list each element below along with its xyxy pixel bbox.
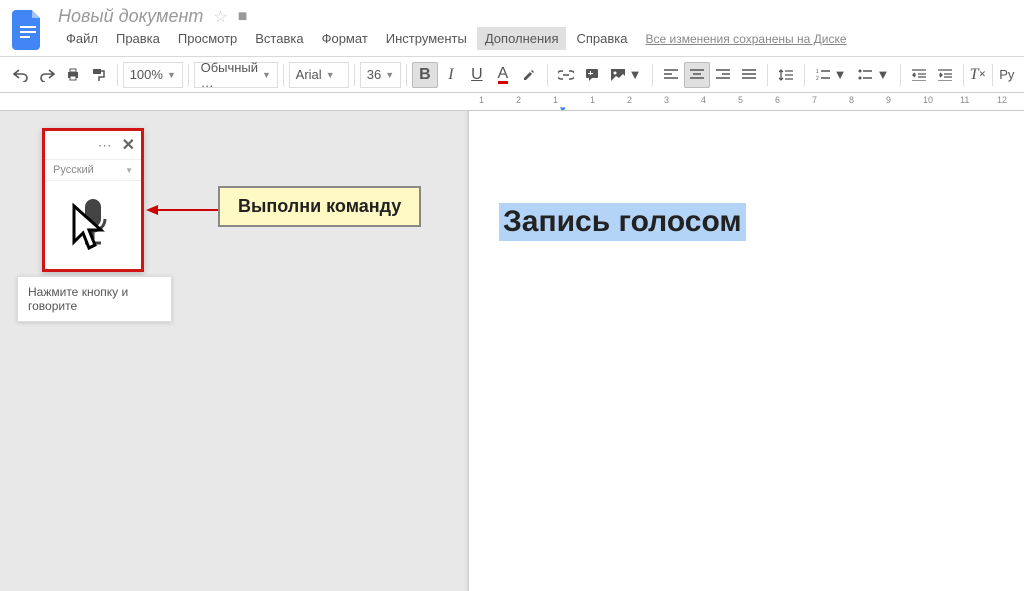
cursor-icon [65,202,113,263]
menu-insert[interactable]: Вставка [247,27,311,50]
numbered-list-button[interactable]: 12▼ [810,62,853,88]
menu-view[interactable]: Просмотр [170,27,245,50]
menu-addons[interactable]: Дополнения [477,27,567,50]
indent-button[interactable] [932,62,958,88]
folder-icon[interactable]: ■ [238,8,248,26]
line-spacing-button[interactable] [773,62,799,88]
voice-language-label: Русский [53,164,94,176]
align-right-button[interactable] [710,62,736,88]
annotation-callout: Выполни команду [218,186,421,227]
voice-language-dropdown[interactable]: Русский ▼ [45,160,141,181]
bold-button[interactable]: B [412,62,438,88]
style-dropdown[interactable]: Обычный …▼ [194,62,278,88]
italic-button[interactable]: I [438,62,464,88]
input-tools-button[interactable]: Ру [998,62,1016,88]
image-dropdown[interactable]: ▼ [605,62,648,88]
svg-text:2: 2 [816,76,819,81]
docs-logo [8,10,48,50]
zoom-dropdown[interactable]: 100%▼ [123,62,183,88]
document-page[interactable]: Запись голосом [468,111,1024,591]
underline-button[interactable]: U [464,62,490,88]
chevron-down-icon: ▼ [125,166,133,175]
redo-button[interactable] [34,62,60,88]
microphone-button[interactable] [45,181,141,269]
close-icon[interactable]: ✕ [122,135,135,155]
text-color-button[interactable]: A [490,62,516,88]
more-icon[interactable]: ⋯ [98,137,114,154]
clear-format-button[interactable]: T✕ [969,62,987,88]
menu-edit[interactable]: Правка [108,27,168,50]
menu-help[interactable]: Справка [568,27,635,50]
doc-title[interactable]: Новый документ [58,6,203,27]
align-justify-button[interactable] [736,62,762,88]
annotation-arrow-icon [146,204,220,216]
link-button[interactable] [553,62,579,88]
outdent-button[interactable] [906,62,932,88]
font-dropdown[interactable]: Arial▼ [289,62,349,88]
svg-text:1: 1 [816,69,819,75]
bulleted-list-button[interactable]: ▼ [852,62,895,88]
ruler: 1211234567891011121314 ▾ [0,93,1024,111]
star-icon[interactable]: ☆ [213,7,227,27]
menu-format[interactable]: Формат [314,27,376,50]
font-size-dropdown[interactable]: 36▼ [360,62,401,88]
print-button[interactable] [60,62,86,88]
voice-tooltip: Нажмите кнопку и говорите [17,276,172,322]
menu-file[interactable]: Файл [58,27,106,50]
comment-button[interactable] [579,62,605,88]
document-selected-text[interactable]: Запись голосом [499,203,746,241]
indent-marker-icon[interactable]: ▾ [560,103,566,111]
align-left-button[interactable] [658,62,684,88]
highlight-button[interactable] [516,62,542,88]
menu-tools[interactable]: Инструменты [378,27,475,50]
paint-format-button[interactable] [86,62,112,88]
toolbar: 100%▼ Обычный …▼ Arial▼ 36▼ B I U A ▼ 12… [0,57,1024,93]
voice-typing-widget: ⋯ ✕ Русский ▼ [42,128,144,272]
align-center-button[interactable] [684,62,710,88]
saved-status[interactable]: Все изменения сохранены на Диске [645,32,846,46]
undo-button[interactable] [8,62,34,88]
